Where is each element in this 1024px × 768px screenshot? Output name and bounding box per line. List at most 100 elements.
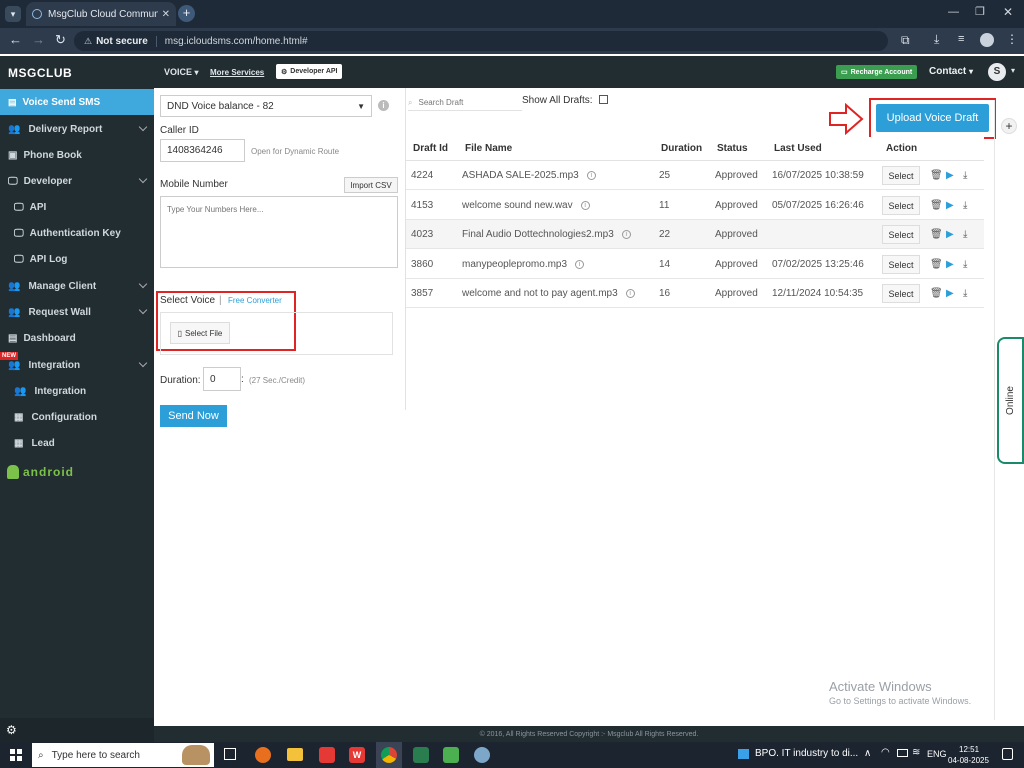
windows-start-icon[interactable] — [10, 749, 22, 761]
trash-icon[interactable]: 🗑 — [930, 259, 943, 270]
sidebar-item-request-wall[interactable]: 👥 Request Wall — [0, 299, 154, 325]
play-icon[interactable]: ▶ — [946, 170, 954, 181]
download-icon[interactable]: ⤓ — [963, 170, 967, 181]
recharge-button[interactable]: ▭ Recharge Account — [836, 65, 918, 79]
new-tab-icon[interactable]: + — [178, 5, 195, 22]
notification-icon[interactable] — [1002, 748, 1013, 760]
balance-select[interactable]: DND Voice balance - 82 ▼ — [160, 95, 372, 117]
restore-icon[interactable]: ❐ — [975, 5, 985, 18]
play-icon[interactable]: ▶ — [946, 288, 954, 299]
sidebar-item-voice-send-sms[interactable]: ▤ Voice Send SMS — [0, 89, 154, 115]
select-draft-button[interactable]: Select — [882, 284, 920, 303]
sidebar-item-delivery-report[interactable]: 👥 Delivery Report — [0, 116, 154, 142]
more-services-link[interactable]: More Services — [210, 68, 264, 77]
android-link[interactable]: android — [7, 465, 74, 479]
image-viewer-icon[interactable] — [443, 747, 459, 763]
app-icon[interactable] — [474, 747, 490, 763]
notes-icon[interactable] — [413, 747, 429, 763]
reading-list-icon[interactable]: ≡ — [958, 33, 964, 45]
info-icon[interactable]: i — [378, 100, 389, 111]
sidebar-item-developer[interactable]: 🖵 Developer — [0, 168, 154, 194]
tab-close-icon[interactable]: ✕ — [162, 9, 170, 20]
show-all-drafts-checkbox[interactable] — [599, 95, 608, 104]
trash-icon[interactable]: 🗑 — [930, 170, 943, 181]
anydesk-icon[interactable] — [319, 747, 335, 763]
info-icon[interactable]: i — [625, 288, 635, 298]
trash-icon[interactable]: 🗑 — [930, 288, 943, 299]
free-converter-link[interactable]: Free Converter — [228, 296, 282, 305]
sidebar-item-configuration[interactable]: ▦ Configuration — [0, 404, 154, 430]
download-icon[interactable]: ⤓ — [934, 32, 939, 47]
select-file-button[interactable]: ▯ Select File — [170, 322, 230, 344]
chrome-icon[interactable] — [376, 742, 402, 768]
online-chat-tab[interactable]: Online — [997, 337, 1024, 464]
download-icon[interactable]: ⤓ — [963, 229, 967, 240]
download-icon[interactable]: ⤓ — [963, 288, 967, 299]
taskbar-search[interactable]: ⌕ Type here to search — [32, 743, 214, 767]
info-icon[interactable]: i — [586, 170, 596, 180]
logo[interactable]: MSGCLUB — [8, 66, 72, 80]
reload-icon[interactable]: ↻ — [55, 32, 66, 48]
sidebar-item-integration[interactable]: NEW 👥 Integration — [0, 352, 154, 378]
sidebar-item-authentication-key[interactable]: 🖵 Authentication Key — [0, 220, 154, 246]
network-icon[interactable]: ◠ — [881, 747, 890, 758]
omnibox[interactable]: ⚠ Not secure msg.icloudsms.com/home.html… — [74, 31, 888, 51]
sidebar-item-integration-sub[interactable]: 👥 Integration — [0, 378, 154, 404]
firefox-icon[interactable] — [255, 747, 271, 763]
window-close-icon[interactable]: ✕ — [1003, 5, 1013, 19]
minimize-icon[interactable]: — — [948, 6, 959, 18]
select-draft-button[interactable]: Select — [882, 196, 920, 215]
profile-icon[interactable] — [980, 33, 994, 47]
sidebar-item-lead[interactable]: ▦ Lead — [0, 430, 154, 456]
mobile-numbers-textarea[interactable] — [160, 196, 398, 268]
sidebar-item-api-log[interactable]: 🖵 API Log — [0, 246, 154, 272]
wifi-icon[interactable]: ≋ — [912, 747, 920, 758]
send-now-button[interactable]: Send Now — [160, 405, 227, 427]
news-widget[interactable]: BPO. IT industry to di... — [738, 748, 858, 759]
avatar-chevron-icon[interactable]: ▾ — [1011, 66, 1015, 75]
clock-date[interactable]: 04-08-2025 — [948, 756, 989, 765]
browser-menu-icon[interactable]: ⋮ — [1006, 32, 1018, 46]
voice-menu[interactable]: VOICE ▾ — [164, 67, 199, 77]
contact-menu[interactable]: Contact ▾ — [929, 66, 973, 77]
download-icon[interactable]: ⤓ — [963, 259, 967, 270]
task-view-icon[interactable] — [224, 748, 236, 760]
upload-voice-draft-button[interactable]: Upload Voice Draft — [876, 104, 989, 132]
trash-icon[interactable]: 🗑 — [930, 200, 943, 211]
trash-icon[interactable]: 🗑 — [930, 229, 943, 240]
extensions-icon[interactable]: ⧉ — [901, 33, 910, 48]
info-icon[interactable]: i — [575, 259, 585, 269]
import-csv-button[interactable]: Import CSV — [344, 177, 398, 193]
browser-tab[interactable]: MsgClub Cloud Communicatio ✕ — [26, 2, 176, 26]
user-avatar[interactable]: S — [988, 63, 1006, 81]
forward-icon[interactable]: → — [32, 32, 45, 47]
play-icon[interactable]: ▶ — [946, 200, 954, 211]
select-draft-button[interactable]: Select — [882, 255, 920, 274]
select-draft-button[interactable]: Select — [882, 166, 920, 185]
language-indicator[interactable]: ENG — [927, 749, 947, 759]
tab-search-icon[interactable]: ▾ — [5, 6, 21, 22]
sidebar-item-manage-client[interactable]: 👥 Manage Client — [0, 273, 154, 299]
info-icon[interactable]: i — [580, 200, 590, 210]
battery-icon[interactable] — [897, 749, 908, 757]
sidebar-item-phone-book[interactable]: ▣ Phone Book — [0, 142, 154, 168]
caller-id-input[interactable] — [160, 139, 245, 162]
clock-time[interactable]: 12:51 — [959, 745, 979, 754]
search-draft[interactable]: ⌕ — [408, 95, 522, 111]
developer-api-button[interactable]: ⚙ Developer API — [276, 64, 343, 79]
play-icon[interactable]: ▶ — [946, 229, 954, 240]
duration-input[interactable] — [203, 367, 241, 391]
add-icon[interactable]: + — [1001, 118, 1017, 134]
sidebar-item-api[interactable]: 🖵 API — [0, 194, 154, 220]
file-explorer-icon[interactable] — [287, 748, 303, 761]
search-draft-input[interactable] — [418, 98, 509, 107]
chevron-up-icon[interactable]: ∧ — [864, 748, 871, 759]
settings-gear-icon[interactable]: ⚙ — [6, 723, 17, 737]
wps-icon[interactable]: W — [349, 747, 365, 763]
download-icon[interactable]: ⤓ — [963, 200, 967, 211]
sidebar-item-dashboard[interactable]: ▤ Dashboard — [0, 325, 154, 351]
info-icon[interactable]: i — [621, 229, 631, 239]
play-icon[interactable]: ▶ — [946, 259, 954, 270]
back-icon[interactable]: ← — [9, 32, 22, 47]
select-draft-button[interactable]: Select — [882, 225, 920, 244]
